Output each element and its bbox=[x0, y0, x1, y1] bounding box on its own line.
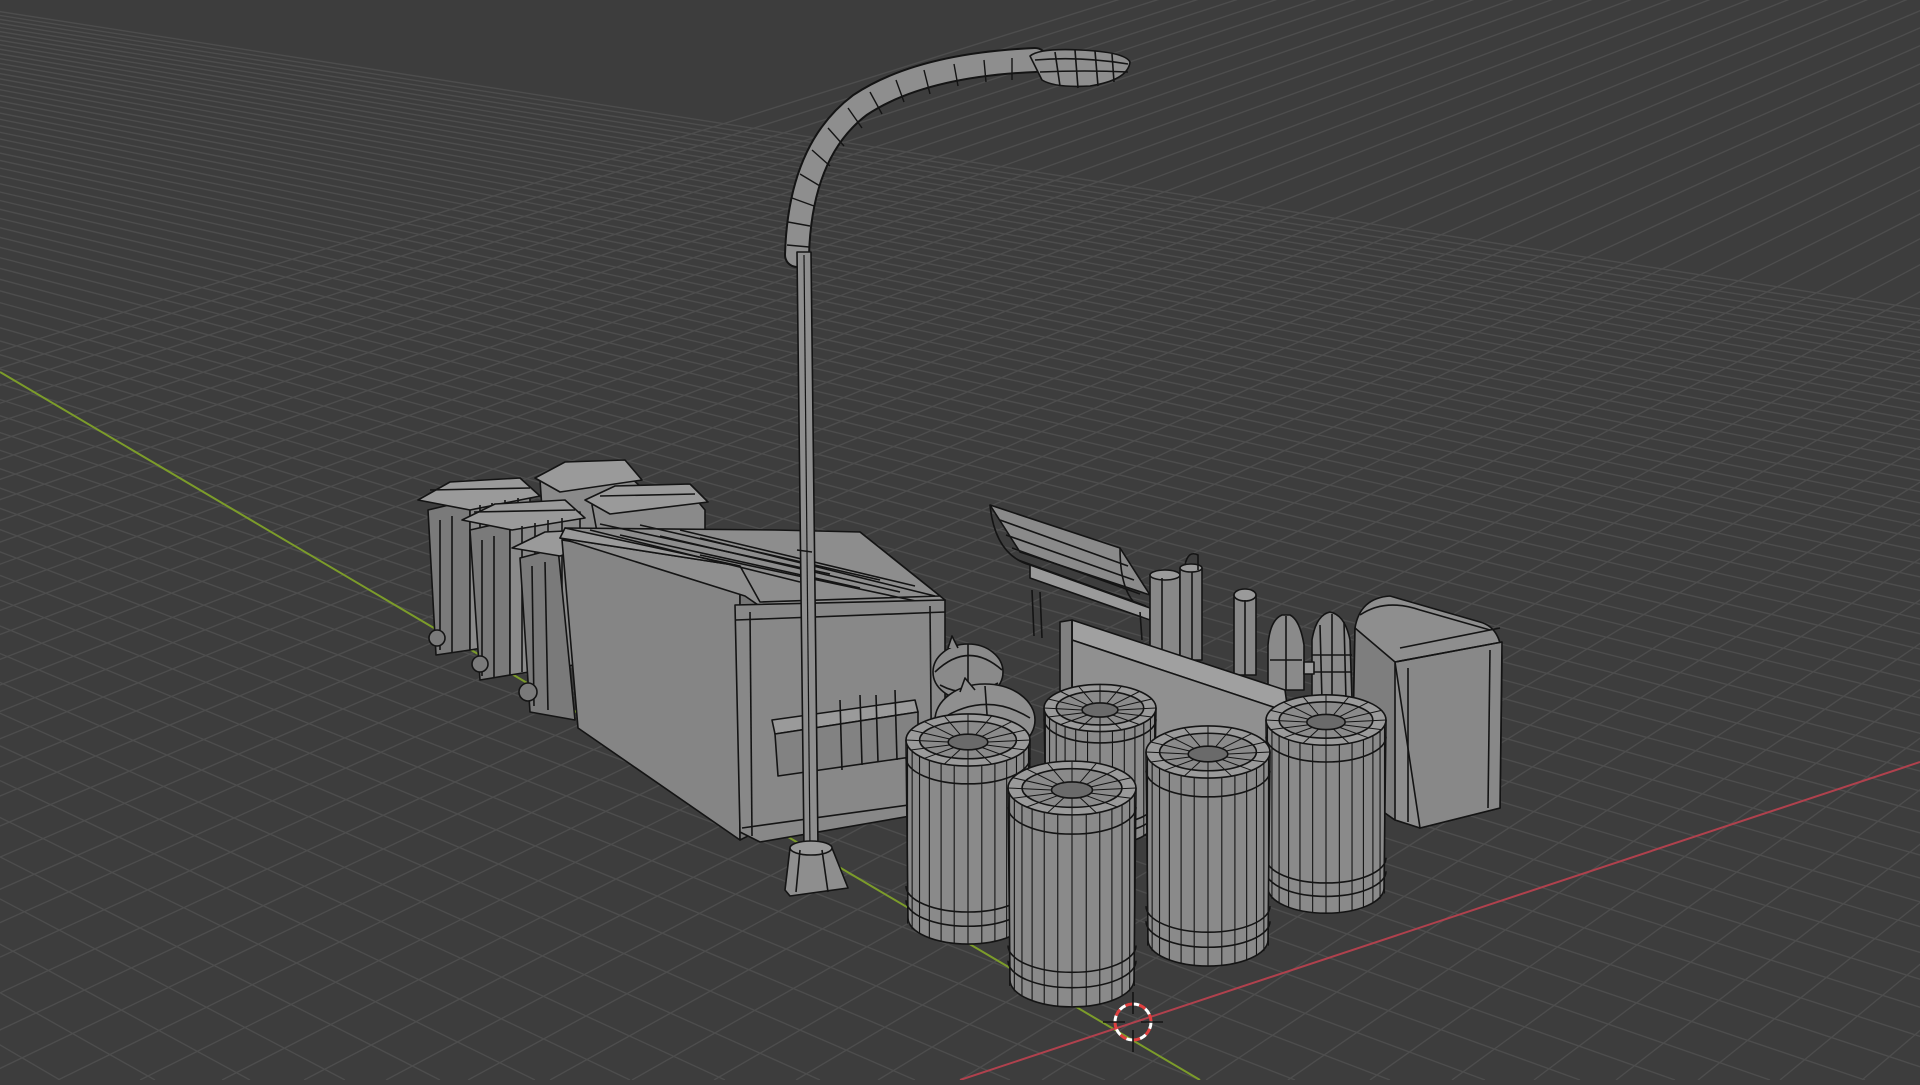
trash-can[interactable] bbox=[1265, 693, 1387, 914]
trash-can[interactable] bbox=[1145, 725, 1271, 967]
3d-viewport[interactable] bbox=[0, 0, 1920, 1081]
bollard[interactable] bbox=[1233, 588, 1257, 676]
trash-can[interactable] bbox=[1007, 760, 1137, 1008]
viewport-scene[interactable] bbox=[0, 0, 1920, 1081]
